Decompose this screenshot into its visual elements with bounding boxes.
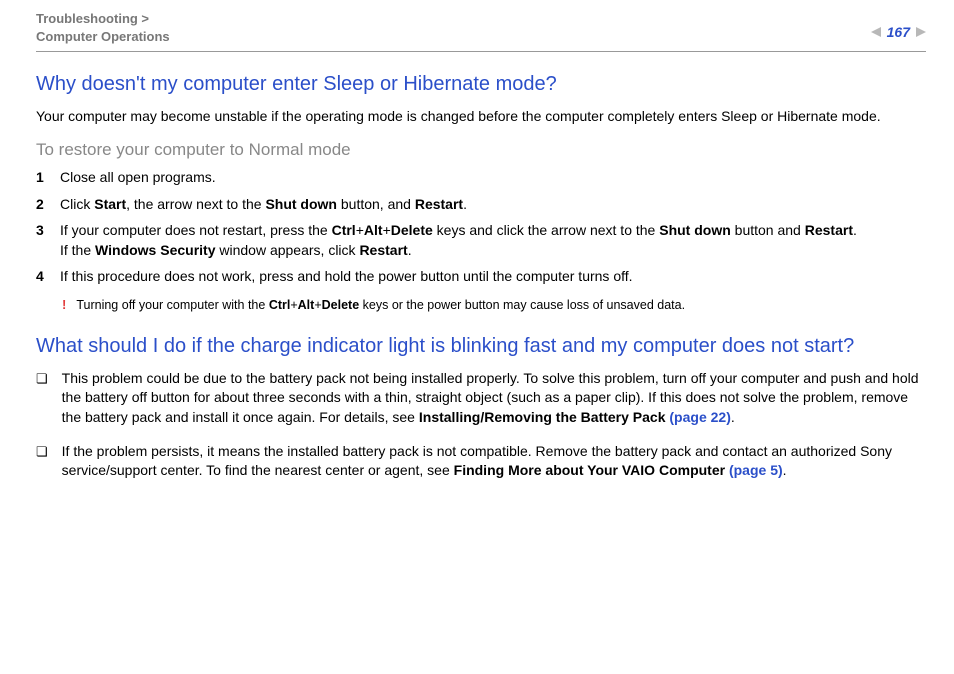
step-text: Click Start, the arrow next to the Shut … (60, 195, 926, 215)
bullet-icon: ❏ (36, 369, 48, 389)
section-title-charge: What should I do if the charge indicator… (36, 334, 926, 359)
sleep-intro: Your computer may become unstable if the… (36, 107, 926, 126)
step-2: 2 Click Start, the arrow next to the Shu… (36, 195, 926, 215)
page-link-5[interactable]: (page 5) (729, 462, 783, 478)
prev-page-icon[interactable] (871, 27, 881, 37)
step-text: If your computer does not restart, press… (60, 221, 926, 260)
page-number: 167 (887, 24, 910, 40)
restore-steps-list: 1 Close all open programs. 2 Click Start… (36, 168, 926, 287)
page-nav: 167 (871, 10, 926, 40)
step-number: 4 (36, 267, 46, 287)
charge-bullets: ❏ This problem could be due to the batte… (36, 369, 926, 481)
section-title-sleep: Why doesn't my computer enter Sleep or H… (36, 72, 926, 97)
bullet-text: This problem could be due to the battery… (62, 369, 926, 428)
step-text: If this procedure does not work, press a… (60, 267, 926, 287)
step-1: 1 Close all open programs. (36, 168, 926, 188)
next-page-icon[interactable] (916, 27, 926, 37)
step-4: 4 If this procedure does not work, press… (36, 267, 926, 287)
breadcrumb-line-1: Troubleshooting > (36, 10, 170, 28)
bullet-icon: ❏ (36, 442, 48, 462)
page-link-22[interactable]: (page 22) (669, 409, 730, 425)
page-header: Troubleshooting > Computer Operations 16… (36, 10, 926, 52)
breadcrumb-line-2: Computer Operations (36, 28, 170, 46)
sleep-subhead: To restore your computer to Normal mode (36, 140, 926, 160)
warning-icon: ! (62, 296, 66, 314)
list-item: ❏ If the problem persists, it means the … (36, 442, 926, 481)
breadcrumb: Troubleshooting > Computer Operations (36, 10, 170, 45)
step-number: 2 (36, 195, 46, 215)
list-item: ❏ This problem could be due to the batte… (36, 369, 926, 428)
step-text: Close all open programs. (60, 168, 926, 188)
step-3: 3 If your computer does not restart, pre… (36, 221, 926, 260)
step-number: 1 (36, 168, 46, 188)
bullet-text: If the problem persists, it means the in… (62, 442, 926, 481)
warning-text: Turning off your computer with the Ctrl+… (76, 297, 685, 314)
warning-note: ! Turning off your computer with the Ctr… (62, 297, 926, 314)
step-number: 3 (36, 221, 46, 241)
